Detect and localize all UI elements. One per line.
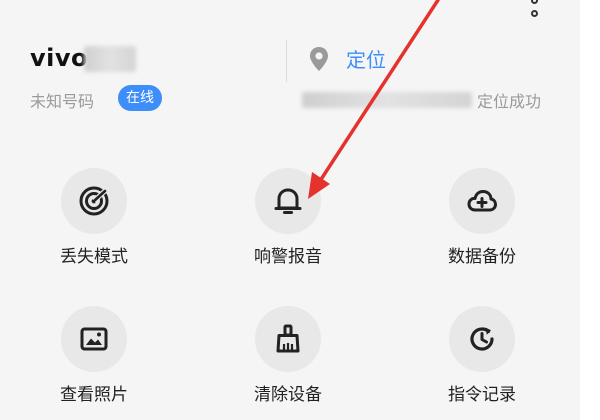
more-menu-button[interactable] bbox=[528, 0, 542, 22]
function-icon-circle bbox=[449, 168, 515, 234]
cloud-upload-icon bbox=[467, 190, 497, 212]
side-strip bbox=[580, 0, 600, 420]
photo-icon bbox=[80, 327, 108, 351]
locate-link[interactable]: 定位 bbox=[346, 44, 386, 73]
locate-status-text: 定位成功 bbox=[477, 92, 542, 111]
function-icon-circle bbox=[255, 168, 321, 234]
header-divider bbox=[286, 40, 287, 82]
history-icon bbox=[470, 327, 494, 351]
location-pin-icon bbox=[310, 47, 328, 71]
function-icon-circle bbox=[255, 306, 321, 372]
function-view-photos[interactable]: 查看照片 bbox=[29, 306, 159, 406]
app-screen: vivo 未知号码 在线 定位 定位成功 丢失模式 响警报音 数据备份 查看照片… bbox=[0, 0, 580, 420]
function-label: 丢失模式 bbox=[60, 247, 128, 267]
function-icon-circle bbox=[449, 306, 515, 372]
online-status-badge: 在线 bbox=[118, 85, 162, 111]
function-label: 指令记录 bbox=[448, 385, 516, 405]
function-lost-mode[interactable]: 丢失模式 bbox=[29, 168, 159, 268]
broom-icon bbox=[276, 324, 300, 353]
function-icon-circle bbox=[61, 306, 127, 372]
function-label: 查看照片 bbox=[60, 385, 128, 405]
radar-icon bbox=[79, 186, 109, 216]
function-label: 清除设备 bbox=[254, 385, 322, 405]
function-label: 数据备份 bbox=[448, 247, 516, 267]
redacted-timestamp bbox=[302, 92, 472, 108]
redacted-model bbox=[84, 46, 136, 72]
function-command-history[interactable]: 指令记录 bbox=[417, 306, 547, 406]
function-data-backup[interactable]: 数据备份 bbox=[417, 168, 547, 268]
phone-number-label: 未知号码 bbox=[30, 92, 95, 111]
device-name: vivo bbox=[30, 44, 89, 72]
function-icon-circle bbox=[61, 168, 127, 234]
function-ring-alarm[interactable]: 响警报音 bbox=[223, 168, 353, 268]
function-erase-device[interactable]: 清除设备 bbox=[223, 306, 353, 406]
bell-icon bbox=[274, 188, 302, 214]
more-dot-icon bbox=[531, 0, 538, 4]
function-label: 响警报音 bbox=[254, 247, 322, 267]
more-dot-icon bbox=[531, 10, 538, 17]
